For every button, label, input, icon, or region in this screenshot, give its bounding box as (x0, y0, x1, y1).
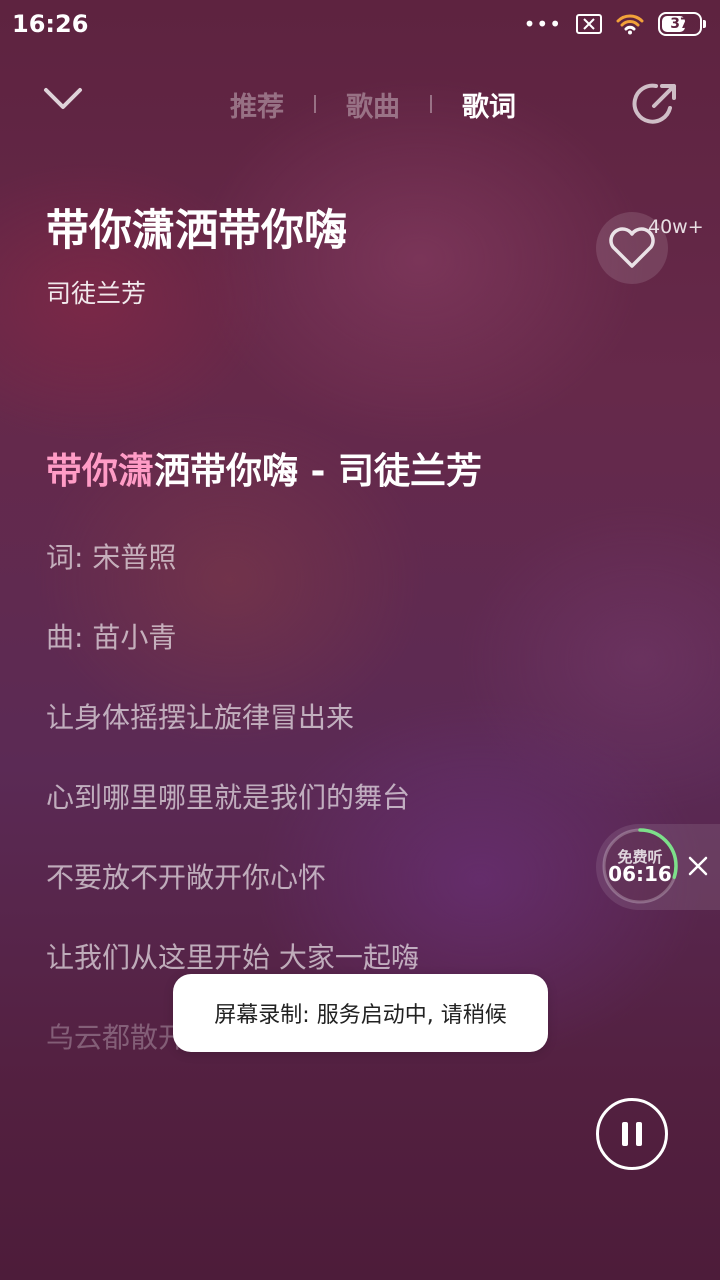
tab-bar: 推荐 歌曲 歌词 (200, 84, 546, 124)
lyric-line[interactable]: 让我们从这里开始 大家一起嗨 (46, 936, 419, 976)
wifi-icon (616, 14, 644, 35)
battery-level: 37 (670, 16, 690, 32)
free-listen-time: 06:16 (608, 862, 672, 886)
tab-song[interactable]: 歌曲 (316, 85, 430, 124)
lyric-line[interactable]: 不要放不开敞开你心怀 (46, 856, 326, 896)
tab-recommend[interactable]: 推荐 (200, 85, 314, 124)
screen-record-toast: 屏幕录制: 服务启动中, 请稍候 (173, 974, 548, 1052)
like-count: 40w+ (648, 216, 704, 238)
lyric-line[interactable]: 词: 宋普照 (46, 536, 176, 576)
current-lyric-line[interactable]: 带你潇洒带你嗨 - 司徒兰芳 (46, 442, 482, 494)
sim-off-icon (576, 14, 602, 34)
song-artist[interactable]: 司徒兰芳 (46, 274, 146, 310)
status-icons: ••• 37 (524, 12, 706, 36)
tab-lyrics[interactable]: 歌词 (432, 85, 546, 124)
battery-icon: 37 (658, 12, 702, 36)
lyric-line[interactable]: 心到哪里哪里就是我们的舞台 (46, 776, 410, 816)
pause-icon-bar (636, 1122, 642, 1146)
collapse-chevron-icon[interactable] (40, 80, 86, 120)
lyric-highlight: 带你潇 (46, 451, 155, 492)
lyric-line[interactable]: 乌云都散开 (46, 1016, 186, 1056)
more-dots-icon: ••• (523, 12, 562, 36)
pause-button[interactable] (596, 1098, 668, 1170)
lyric-line[interactable]: 让身体摇摆让旋律冒出来 (46, 696, 354, 736)
close-icon[interactable] (686, 854, 710, 878)
pause-icon (622, 1122, 628, 1146)
share-icon[interactable] (630, 78, 682, 130)
lyric-line[interactable]: 曲: 苗小青 (46, 616, 176, 656)
lyric-rest: 洒带你嗨 - 司徒兰芳 (154, 451, 483, 492)
song-title: 带你潇洒带你嗨 (46, 206, 347, 256)
status-time: 16:26 (12, 10, 89, 38)
